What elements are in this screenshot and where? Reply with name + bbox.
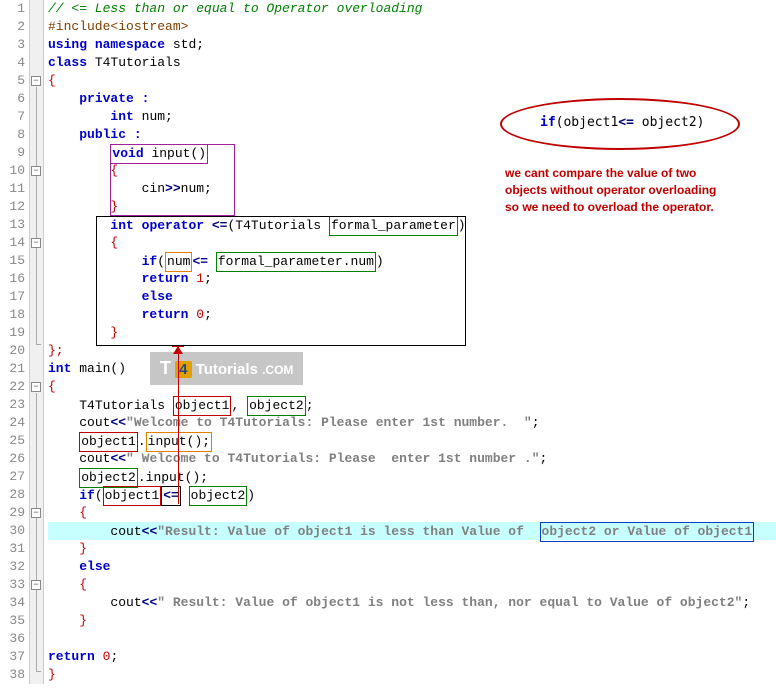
line-number: 15: [0, 252, 25, 270]
line-number: 11: [0, 180, 25, 198]
code-line: }: [48, 324, 776, 342]
code-line: int num;: [48, 108, 776, 126]
code-line: public :: [48, 126, 776, 144]
code-line: cout<<"Welcome to T4Tutorials: Please en…: [48, 414, 776, 432]
highlight-box: object2: [189, 486, 248, 506]
highlight-box: object1: [103, 486, 162, 506]
fold-toggle-icon[interactable]: −: [31, 238, 41, 248]
fold-toggle-icon[interactable]: −: [31, 76, 41, 86]
line-number: 34: [0, 594, 25, 612]
code-line: int main(): [48, 360, 776, 378]
line-number: 7: [0, 108, 25, 126]
code-line: // <= Less than or equal to Operator ove…: [48, 0, 776, 18]
highlight-box: object2: [247, 396, 306, 416]
highlight-box: <=: [161, 486, 181, 506]
line-number: 21: [0, 360, 25, 378]
line-number: 6: [0, 90, 25, 108]
line-number: 5: [0, 72, 25, 90]
fold-toggle-icon[interactable]: −: [31, 166, 41, 176]
line-number: 18: [0, 306, 25, 324]
line-number: 1: [0, 0, 25, 18]
code-line: {: [48, 504, 776, 522]
line-number: 17: [0, 288, 25, 306]
line-number: 8: [0, 126, 25, 144]
line-number: 13: [0, 216, 25, 234]
highlight-box: object1: [173, 396, 232, 416]
line-number: 28: [0, 486, 25, 504]
line-number: 23: [0, 396, 25, 414]
code-line: return 1;: [48, 270, 776, 288]
code-line: private :: [48, 90, 776, 108]
highlight-box: object2 or Value of object1: [540, 522, 755, 542]
code-line: {: [48, 234, 776, 252]
highlight-box: formal_parameter.num: [216, 252, 376, 272]
code-line: #include<iostream>: [48, 18, 776, 36]
code-line: if(object1<= object2): [48, 486, 776, 504]
code-line: T4Tutorials object1, object2;: [48, 396, 776, 414]
code-line: object2.input();: [48, 468, 776, 486]
line-number: 3: [0, 36, 25, 54]
code-line: {: [48, 576, 776, 594]
line-number: 12: [0, 198, 25, 216]
line-number: 26: [0, 450, 25, 468]
code-line: if(num<= formal_parameter.num): [48, 252, 776, 270]
code-line: class T4Tutorials: [48, 54, 776, 72]
code-line-highlighted: cout<<"Result: Value of object1 is less …: [48, 522, 776, 540]
line-number: 31: [0, 540, 25, 558]
code-line: };: [48, 342, 776, 360]
highlight-box: num: [165, 252, 192, 272]
code-line: {: [48, 378, 776, 396]
fold-toggle-icon[interactable]: −: [31, 580, 41, 590]
code-line: int operator <=(T4Tutorials formal_param…: [48, 216, 776, 234]
code-line: }: [48, 540, 776, 558]
line-number: 16: [0, 270, 25, 288]
line-number: 25: [0, 432, 25, 450]
code-line: }: [48, 666, 776, 684]
code-line: void input(): [48, 144, 776, 162]
highlight-box: input();: [146, 432, 212, 452]
line-number: 10: [0, 162, 25, 180]
code-line: }: [48, 612, 776, 630]
line-number: 38: [0, 666, 25, 684]
line-number: 37: [0, 648, 25, 666]
code-line: object1.input();: [48, 432, 776, 450]
line-number: 30: [0, 522, 25, 540]
line-number: 32: [0, 558, 25, 576]
code-line: cout<<" Result: Value of object1 is not …: [48, 594, 776, 612]
line-number: 20: [0, 342, 25, 360]
line-number-gutter: 1 2 3 4 5 6 7 8 9 10 11 12 13 14 15 16 1…: [0, 0, 30, 684]
code-line: return 0;: [48, 648, 776, 666]
code-line: else: [48, 558, 776, 576]
fold-toggle-icon[interactable]: −: [31, 508, 41, 518]
fold-toggle-icon[interactable]: −: [31, 382, 41, 392]
line-number: 2: [0, 18, 25, 36]
line-number: 33: [0, 576, 25, 594]
code-line: {: [48, 72, 776, 90]
code-line: cout<<" Welcome to T4Tutorials: Please e…: [48, 450, 776, 468]
annotation-text: we cant compare the value of two objects…: [505, 165, 765, 215]
line-number: 19: [0, 324, 25, 342]
line-number: 14: [0, 234, 25, 252]
highlight-box: formal_parameter: [329, 216, 458, 236]
line-number: 29: [0, 504, 25, 522]
code-line: [48, 630, 776, 648]
code-content[interactable]: // <= Less than or equal to Operator ove…: [44, 0, 776, 684]
highlight-box: object2: [79, 468, 138, 488]
line-number: 4: [0, 54, 25, 72]
code-line: using namespace std;: [48, 36, 776, 54]
code-editor: 1 2 3 4 5 6 7 8 9 10 11 12 13 14 15 16 1…: [0, 0, 776, 684]
line-number: 35: [0, 612, 25, 630]
line-number: 24: [0, 414, 25, 432]
code-line: else: [48, 288, 776, 306]
code-line: return 0;: [48, 306, 776, 324]
fold-column: − − − − − −: [30, 0, 44, 684]
line-number: 27: [0, 468, 25, 486]
line-number: 9: [0, 144, 25, 162]
highlight-box: void input(): [110, 144, 208, 164]
line-number: 36: [0, 630, 25, 648]
highlight-box: object1: [79, 432, 138, 452]
line-number: 22: [0, 378, 25, 396]
